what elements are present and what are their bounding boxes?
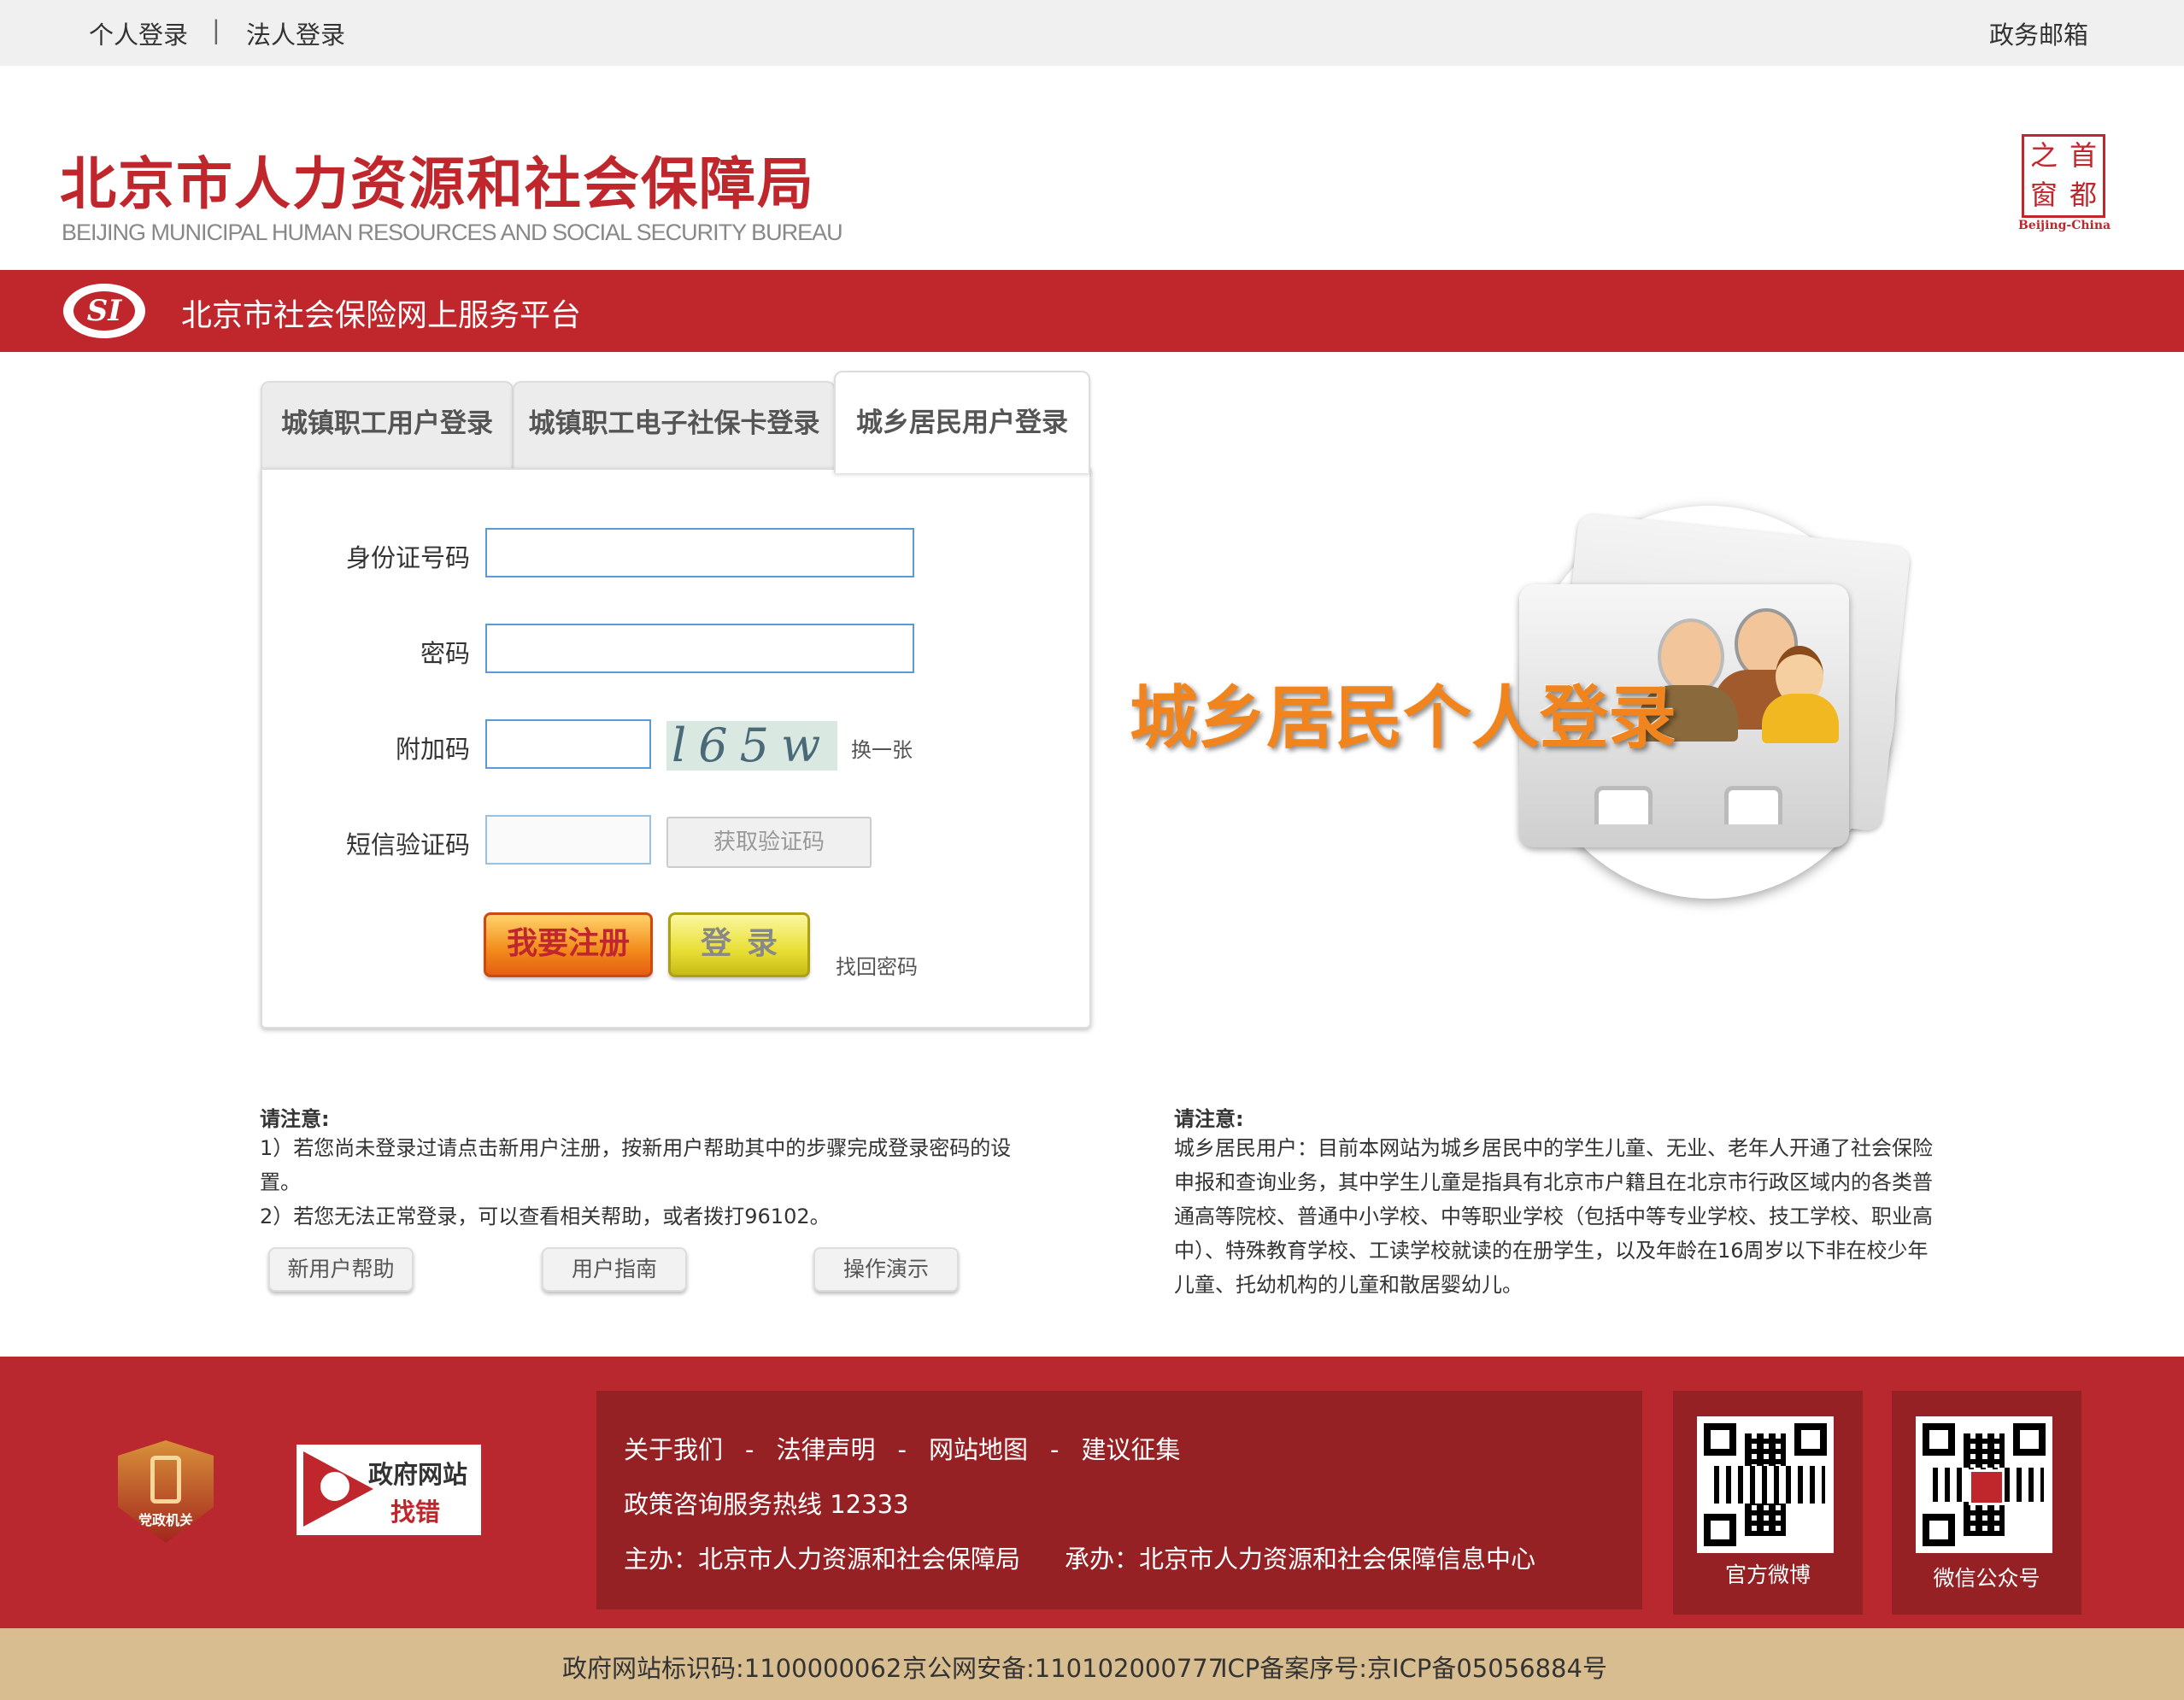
weibo-qr-code-icon xyxy=(1697,1416,1834,1553)
gov-find-line2: 找错 xyxy=(390,1498,441,1527)
bureau-title: 北京市人力资源和社会保障局 xyxy=(60,150,815,217)
login-button[interactable]: 登录 xyxy=(668,912,810,977)
tab-resident-login[interactable]: 城乡居民用户登录 xyxy=(834,371,1090,473)
police-record-link[interactable]: 京公网安备:110102000777 xyxy=(902,1649,1224,1685)
captcha-label: 附加码 xyxy=(395,735,470,764)
captcha-input[interactable] xyxy=(485,719,651,769)
gov-mail-link[interactable]: 政务邮箱 xyxy=(1989,15,2088,51)
wechat-qr-code-icon xyxy=(1916,1416,2052,1553)
capital-window-logo[interactable]: 之 首 窗 都 xyxy=(2022,134,2105,218)
wechat-caption: 微信公众号 xyxy=(1933,1566,2040,1591)
seal-caption: Beijing-China xyxy=(2018,219,2111,232)
register-button[interactable]: 我要注册 xyxy=(484,912,653,977)
notice-left-line: 1）若您尚未登录过请点击新用户注册，按新用户帮助其中的步骤完成登录密码的设 xyxy=(260,1136,1012,1160)
link-separator: - xyxy=(745,1435,754,1464)
si-logo-text: SI xyxy=(73,291,135,331)
seal-char: 都 xyxy=(2069,179,2097,211)
notice-left-line: 置。 xyxy=(260,1170,301,1194)
seal-char: 首 xyxy=(2069,139,2097,172)
demo-button[interactable]: 操作演示 xyxy=(813,1247,959,1292)
captcha-refresh-link[interactable]: 换一张 xyxy=(851,733,913,763)
host-text: 主办：北京市人力资源和社会保障局 xyxy=(624,1545,1021,1574)
weibo-qr-box[interactable]: 官方微博 xyxy=(1673,1391,1863,1615)
user-guide-button[interactable]: 用户指南 xyxy=(542,1247,687,1292)
notice-right-line: 城乡居民用户：目前本网站为城乡居民中的学生儿童、无业、老年人开通了社会保险 xyxy=(1174,1136,1933,1160)
sms-code-input[interactable] xyxy=(485,815,651,865)
notice-right-line: 通高等院校、普通中小学校、中等职业学校（包括中等专业学校、技工学校、职业高 xyxy=(1174,1205,1933,1228)
icp-record-link[interactable]: ICP备案序号:京ICP备05056884号 xyxy=(1220,1649,1607,1685)
new-user-help-button[interactable]: 新用户帮助 xyxy=(268,1247,414,1292)
link-separator: - xyxy=(1049,1435,1060,1464)
link-separator: - xyxy=(897,1435,907,1464)
weibo-caption: 官方微博 xyxy=(1724,1562,1811,1587)
notice-right-line: 中）、特殊教育学校、工读学校就读的在册学生，以及年龄在16周岁以下非在校少年 xyxy=(1174,1239,1929,1263)
magnifier-icon xyxy=(320,1472,349,1501)
gov-find-line1: 政府网站 xyxy=(368,1460,468,1489)
hotline-text: 政策咨询服务热线 12333 xyxy=(624,1490,909,1519)
captcha-image[interactable]: l65w xyxy=(666,721,837,771)
footer-links: 关于我们 - 法律声明 - 网站地图 - 建议征集 xyxy=(624,1430,1180,1466)
tab-urban-employee-login[interactable]: 城镇职工用户登录 xyxy=(261,381,514,468)
about-us-link[interactable]: 关于我们 xyxy=(624,1435,723,1464)
personal-login-link[interactable]: 个人登录 xyxy=(89,15,188,51)
gov-site-error-report-button[interactable]: 政府网站 找错 xyxy=(294,1442,484,1538)
topbar-divider: | xyxy=(212,15,220,44)
card-slot xyxy=(1594,786,1653,824)
notice-right-line: 儿童、托幼机构的儿童和散居婴幼儿。 xyxy=(1174,1273,1523,1297)
badge-emblem xyxy=(150,1456,181,1504)
social-insurance-logo-icon: SI xyxy=(63,284,145,338)
password-label: 密码 xyxy=(420,639,470,668)
notice-left-heading: 请注意: xyxy=(260,1107,330,1131)
password-input[interactable] xyxy=(485,624,914,673)
forgot-password-link[interactable]: 找回密码 xyxy=(836,950,918,980)
notice-right-line: 申报和查询业务，其中学生儿童是指具有北京市户籍且在北京市行政区域内的各类普 xyxy=(1174,1170,1933,1194)
seal-char: 窗 xyxy=(2029,179,2058,211)
site-id-text: 政府网站标识码:1100000062 xyxy=(562,1654,902,1683)
illustration-title: 城乡居民个人登录 xyxy=(1130,678,1676,758)
organizer-text: 承办：北京市人力资源和社会保障信息中心 xyxy=(1065,1545,1536,1574)
bureau-title-en: BEIJING MUNICIPAL HUMAN RESOURCES AND SO… xyxy=(62,220,843,245)
sitemap-link[interactable]: 网站地图 xyxy=(929,1435,1028,1464)
sms-code-label: 短信验证码 xyxy=(345,830,470,859)
notice-left-line: 2）若您无法正常登录，可以查看相关帮助，或者拨打96102。 xyxy=(260,1205,831,1228)
wechat-qr-box[interactable]: 微信公众号 xyxy=(1892,1391,2081,1615)
legal-link[interactable]: 法律声明 xyxy=(776,1435,875,1464)
suggestion-link[interactable]: 建议征集 xyxy=(1081,1435,1180,1464)
platform-title: 北京市社会保险网上服务平台 xyxy=(181,298,582,333)
top-bar: 个人登录 | 法人登录 政务邮箱 xyxy=(0,0,2184,66)
id-number-label: 身份证号码 xyxy=(345,543,470,572)
id-number-input[interactable] xyxy=(485,528,914,577)
corp-login-link[interactable]: 法人登录 xyxy=(246,15,345,51)
get-sms-code-button[interactable]: 获取验证码 xyxy=(666,817,872,868)
notice-right-heading: 请注意: xyxy=(1174,1107,1244,1131)
tab-urban-employee-ecard-login[interactable]: 城镇职工电子社保卡登录 xyxy=(513,381,836,468)
seal-char: 之 xyxy=(2029,139,2058,172)
card-slot xyxy=(1724,786,1782,824)
